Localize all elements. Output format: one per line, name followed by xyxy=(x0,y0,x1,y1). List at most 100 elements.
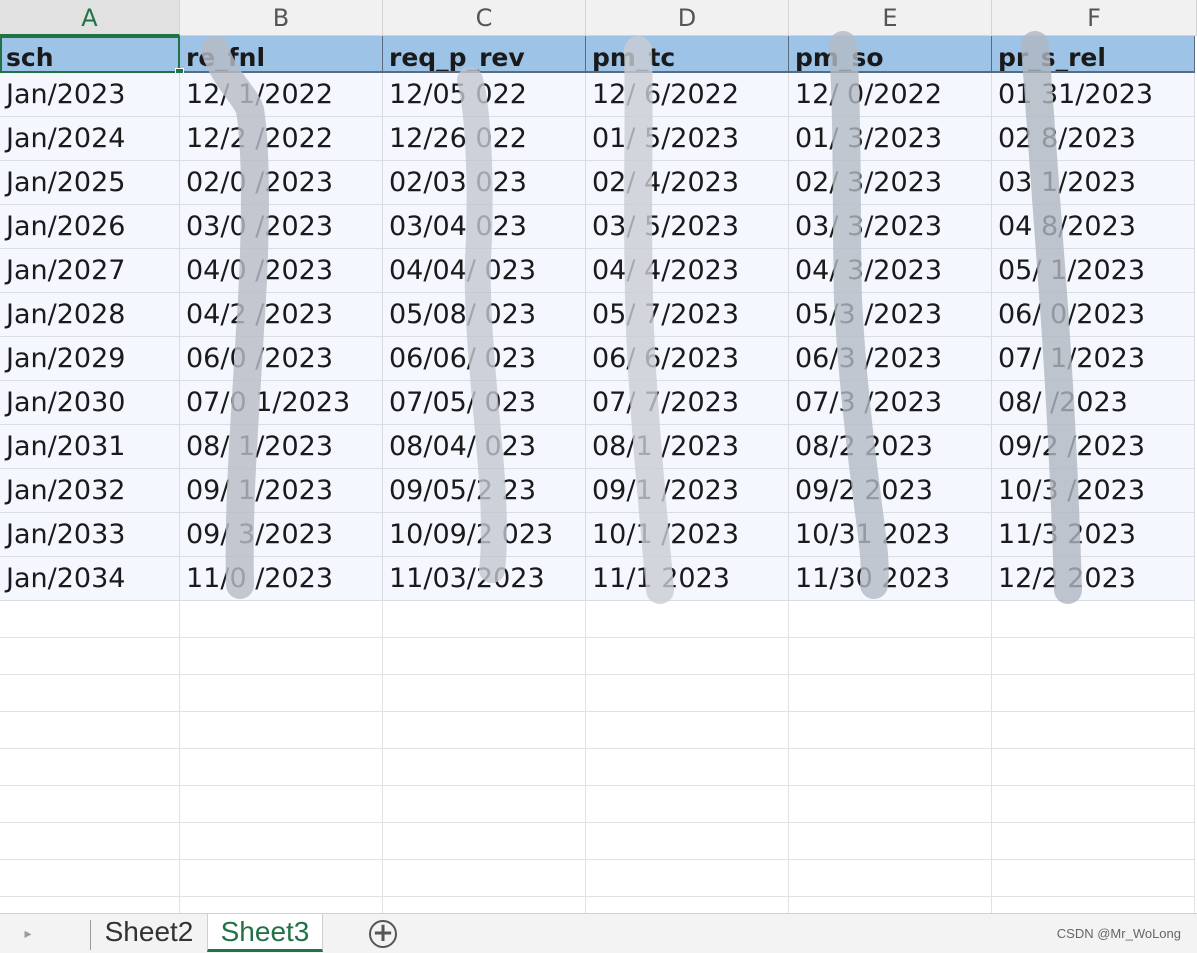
table-cell[interactable]: Jan/2028 xyxy=(0,293,180,337)
table-cell[interactable]: 05/ 1/2023 xyxy=(992,249,1195,293)
table-cell[interactable]: Jan/2025 xyxy=(0,161,180,205)
empty-cell[interactable] xyxy=(992,786,1195,823)
table-cell[interactable]: Jan/2026 xyxy=(0,205,180,249)
table-cell[interactable]: 03/0 /2023 xyxy=(180,205,383,249)
empty-cell[interactable] xyxy=(0,860,180,897)
table-cell[interactable]: 04/ 4/2023 xyxy=(586,249,789,293)
table-cell[interactable]: 09/1 /2023 xyxy=(586,469,789,513)
table-cell[interactable]: 12/2 /2022 xyxy=(180,117,383,161)
empty-cell[interactable] xyxy=(992,638,1195,675)
table-cell[interactable]: 08/ 1/2023 xyxy=(180,425,383,469)
empty-cell[interactable] xyxy=(992,823,1195,860)
table-cell[interactable]: 04/0 /2023 xyxy=(180,249,383,293)
table-cell[interactable]: 02/ 4/2023 xyxy=(586,161,789,205)
table-cell[interactable]: Jan/2027 xyxy=(0,249,180,293)
empty-cell[interactable] xyxy=(383,749,586,786)
empty-cell[interactable] xyxy=(383,712,586,749)
table-cell[interactable]: 09/ 1/2023 xyxy=(180,469,383,513)
empty-cell[interactable] xyxy=(789,823,992,860)
header-cell-d[interactable]: pm_tc xyxy=(586,36,789,73)
empty-cell[interactable] xyxy=(0,601,180,638)
column-header-a[interactable]: A xyxy=(0,0,180,36)
table-cell[interactable]: 05/3 /2023 xyxy=(789,293,992,337)
empty-cell[interactable] xyxy=(180,601,383,638)
empty-cell[interactable] xyxy=(586,860,789,897)
table-cell[interactable]: 03/ 3/2023 xyxy=(789,205,992,249)
empty-cell[interactable] xyxy=(586,749,789,786)
table-cell[interactable]: Jan/2030 xyxy=(0,381,180,425)
empty-cell[interactable] xyxy=(789,601,992,638)
empty-cell[interactable] xyxy=(789,786,992,823)
empty-cell[interactable] xyxy=(789,638,992,675)
column-header-c[interactable]: C xyxy=(383,0,586,36)
empty-cell[interactable] xyxy=(789,675,992,712)
table-cell[interactable]: Jan/2034 xyxy=(0,557,180,601)
table-cell[interactable]: 07/ 1/2023 xyxy=(992,337,1195,381)
header-cell-c[interactable]: req_p_rev xyxy=(383,36,586,73)
empty-cell[interactable] xyxy=(586,712,789,749)
empty-cell[interactable] xyxy=(586,601,789,638)
empty-cell[interactable] xyxy=(0,786,180,823)
tab-scroll-left-icon[interactable]: ▸ xyxy=(18,924,38,944)
empty-cell[interactable] xyxy=(383,638,586,675)
table-cell[interactable]: 10/09/2 023 xyxy=(383,513,586,557)
table-cell[interactable]: Jan/2032 xyxy=(0,469,180,513)
empty-cell[interactable] xyxy=(586,823,789,860)
table-cell[interactable]: 05/08/ 023 xyxy=(383,293,586,337)
table-cell[interactable]: Jan/2024 xyxy=(0,117,180,161)
table-cell[interactable]: 09/ 3/2023 xyxy=(180,513,383,557)
table-cell[interactable]: 04/ 3/2023 xyxy=(789,249,992,293)
empty-cell[interactable] xyxy=(180,675,383,712)
table-cell[interactable]: 09/2 /2023 xyxy=(992,425,1195,469)
empty-cell[interactable] xyxy=(789,712,992,749)
table-cell[interactable]: 12/2 2023 xyxy=(992,557,1195,601)
empty-cell[interactable] xyxy=(0,749,180,786)
table-cell[interactable]: 07/3 /2023 xyxy=(789,381,992,425)
table-cell[interactable]: Jan/2033 xyxy=(0,513,180,557)
tab-sheet2[interactable]: Sheet2 xyxy=(92,914,206,952)
empty-cell[interactable] xyxy=(0,712,180,749)
empty-cell[interactable] xyxy=(0,675,180,712)
table-cell[interactable]: 02/0 /2023 xyxy=(180,161,383,205)
header-cell-b[interactable]: re_fnl xyxy=(180,36,383,73)
column-header-e[interactable]: E xyxy=(789,0,992,36)
table-cell[interactable]: 09/2 2023 xyxy=(789,469,992,513)
empty-cell[interactable] xyxy=(586,786,789,823)
table-cell[interactable]: 12/26 022 xyxy=(383,117,586,161)
table-cell[interactable]: 11/1 2023 xyxy=(586,557,789,601)
empty-cell[interactable] xyxy=(383,601,586,638)
empty-cell[interactable] xyxy=(992,860,1195,897)
empty-cell[interactable] xyxy=(180,638,383,675)
table-cell[interactable]: 06/06/ 023 xyxy=(383,337,586,381)
table-cell[interactable]: 03/04 023 xyxy=(383,205,586,249)
header-cell-sch[interactable]: sch xyxy=(0,36,180,73)
table-cell[interactable]: 12/ 6/2022 xyxy=(586,73,789,117)
column-header-d[interactable]: D xyxy=(586,0,789,36)
table-cell[interactable]: 06/0 /2023 xyxy=(180,337,383,381)
empty-cell[interactable] xyxy=(383,860,586,897)
empty-cell[interactable] xyxy=(789,860,992,897)
table-cell[interactable]: 04 8/2023 xyxy=(992,205,1195,249)
table-cell[interactable]: 04/2 /2023 xyxy=(180,293,383,337)
table-cell[interactable]: 03/ 5/2023 xyxy=(586,205,789,249)
empty-cell[interactable] xyxy=(383,675,586,712)
empty-cell[interactable] xyxy=(789,749,992,786)
table-cell[interactable]: Jan/2023 xyxy=(0,73,180,117)
table-cell[interactable]: 06/ 0/2023 xyxy=(992,293,1195,337)
table-cell[interactable]: 10/31 2023 xyxy=(789,513,992,557)
table-cell[interactable]: 11/3 2023 xyxy=(992,513,1195,557)
table-cell[interactable]: 01/ 5/2023 xyxy=(586,117,789,161)
table-cell[interactable]: Jan/2029 xyxy=(0,337,180,381)
empty-cell[interactable] xyxy=(586,675,789,712)
table-cell[interactable]: 11/03/2023 xyxy=(383,557,586,601)
empty-cell[interactable] xyxy=(0,638,180,675)
table-cell[interactable]: 12/ 0/2022 xyxy=(789,73,992,117)
table-cell[interactable]: 08/1 /2023 xyxy=(586,425,789,469)
table-cell[interactable]: 01 31/2023 xyxy=(992,73,1195,117)
table-cell[interactable]: 05/ 7/2023 xyxy=(586,293,789,337)
empty-cell[interactable] xyxy=(180,860,383,897)
empty-cell[interactable] xyxy=(0,823,180,860)
table-cell[interactable]: 06/3 /2023 xyxy=(789,337,992,381)
tab-sheet3[interactable]: Sheet3 xyxy=(207,914,323,952)
header-cell-e[interactable]: pm_so xyxy=(789,36,992,73)
